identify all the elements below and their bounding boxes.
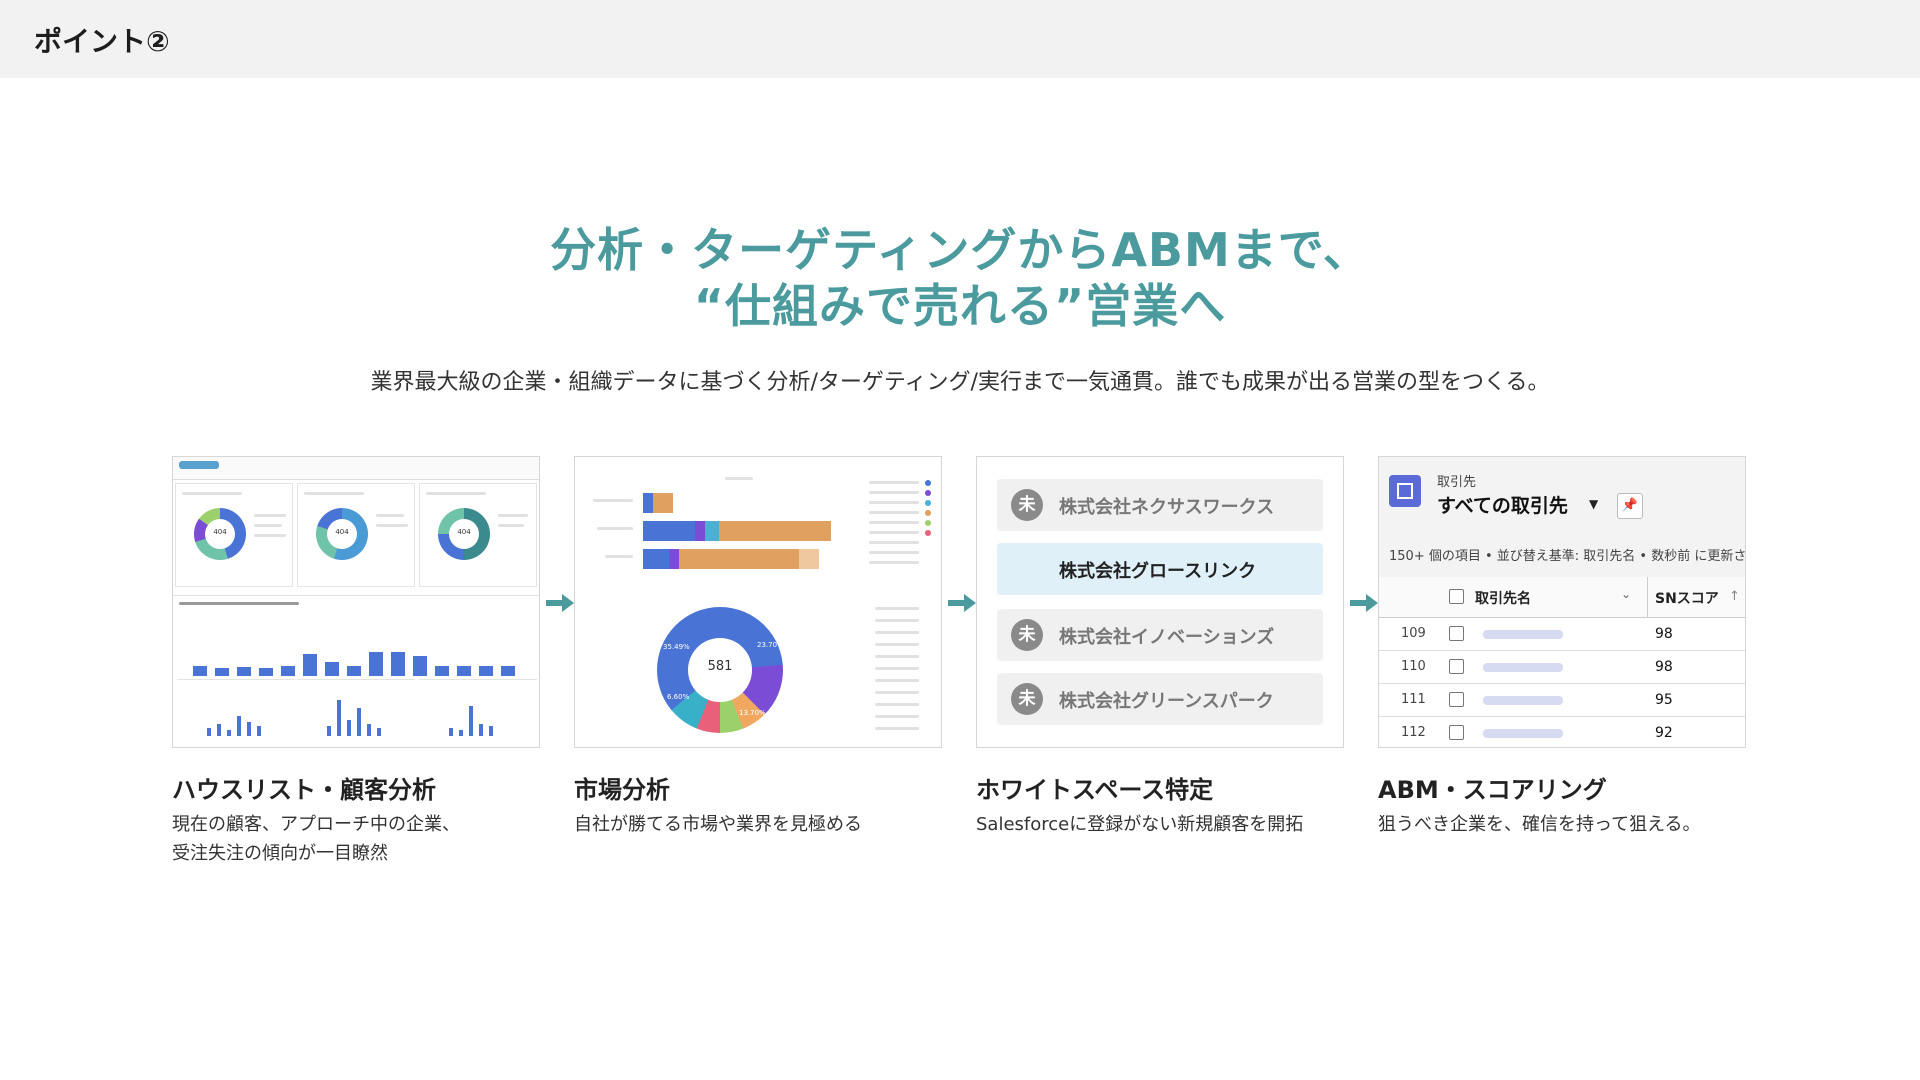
headline-line1: 分析・ターゲティングからABMまで、 bbox=[550, 223, 1370, 277]
company-item[interactable]: 未 株式会社イノベーションズ bbox=[997, 609, 1323, 661]
donut-value: 404 bbox=[213, 528, 227, 536]
mini-bar-chart bbox=[177, 679, 295, 747]
stacked-bar bbox=[643, 493, 673, 513]
mini-bar-chart bbox=[419, 679, 537, 747]
row-number: 111 bbox=[1401, 692, 1426, 707]
company-name: 株式会社ネクサスワークス bbox=[1059, 497, 1275, 518]
object-label: 取引先 bbox=[1437, 475, 1477, 490]
arrow-right-icon bbox=[1350, 594, 1378, 612]
table-row[interactable]: 111 95 bbox=[1379, 684, 1745, 717]
company-name: 株式会社グリーンスパーク bbox=[1059, 691, 1274, 712]
table-row[interactable]: 109 98 bbox=[1379, 618, 1745, 651]
subheadline: 業界最大級の企業・組織データに基づく分析/ターゲティング/実行まで一気通貫。誰で… bbox=[370, 370, 1550, 395]
donut-chart: 404 bbox=[316, 508, 368, 560]
list-header: 取引先 すべての取引先 ▼ 📌 150+ 個の項目 • 並び替え基準: 取引先名… bbox=[1379, 457, 1745, 588]
sn-score: 92 bbox=[1655, 725, 1673, 741]
step-desc: 現在の顧客、アプローチ中の企業、 受注失注の傾向が一目瞭然 bbox=[172, 810, 460, 868]
pct-label: 6.60% bbox=[667, 693, 690, 701]
step-title: 市場分析 bbox=[574, 776, 670, 804]
select-all-checkbox[interactable] bbox=[1449, 589, 1464, 604]
page-title: ポイント② bbox=[34, 25, 170, 58]
company-item-selected[interactable]: 株式会社グロースリンク bbox=[997, 543, 1323, 595]
column-header-row: 取引先名 ⌄ SNスコア ↑ bbox=[1379, 577, 1745, 618]
column-sn-score[interactable]: SNスコア bbox=[1655, 588, 1719, 608]
donut-panel: 404 bbox=[419, 483, 537, 587]
donut-chart: 404 bbox=[438, 508, 490, 560]
company-name: 株式会社イノベーションズ bbox=[1059, 627, 1275, 648]
market-analysis-screenshot: 581 23.70% 13.70% 35.49% 6.60% bbox=[574, 456, 942, 748]
account-list-screenshot: 取引先 すべての取引先 ▼ 📌 150+ 個の項目 • 並び替え基準: 取引先名… bbox=[1378, 456, 1746, 748]
headline-line2: “仕組みで売れる”営業へ bbox=[693, 279, 1227, 333]
pct-label: 23.70% bbox=[757, 641, 784, 649]
house-list-screenshot: 404 404 404 bbox=[172, 456, 540, 748]
unregistered-badge: 未 bbox=[1011, 683, 1043, 715]
step-title: ホワイトスペース特定 bbox=[976, 776, 1214, 804]
company-name: 株式会社グロースリンク bbox=[1059, 561, 1257, 582]
sort-ascending-icon[interactable]: ↑ bbox=[1729, 589, 1740, 604]
top-bar: ポイント② bbox=[0, 0, 1920, 78]
blurred-account-name bbox=[1483, 630, 1563, 639]
chevron-down-icon[interactable]: ⌄ bbox=[1621, 587, 1631, 601]
account-object-icon bbox=[1389, 475, 1421, 507]
donut-value: 404 bbox=[457, 528, 471, 536]
table-row[interactable]: 110 98 bbox=[1379, 651, 1745, 684]
donut-value: 404 bbox=[335, 528, 349, 536]
donut-panel: 404 bbox=[175, 483, 293, 587]
step-desc: 自社が勝てる市場や業界を見極める bbox=[574, 814, 862, 835]
pct-label: 35.49% bbox=[663, 643, 690, 651]
column-account-name[interactable]: 取引先名 bbox=[1475, 588, 1531, 608]
pin-icon[interactable]: 📌 bbox=[1617, 493, 1643, 519]
company-item[interactable]: 未 株式会社グリーンスパーク bbox=[997, 673, 1323, 725]
step-title: ABM・スコアリング bbox=[1378, 776, 1607, 804]
step-desc-line: 現在の顧客、アプローチ中の企業、 bbox=[172, 814, 460, 835]
headline: 分析・ターゲティングからABMまで、 “仕組みで売れる”営業へ bbox=[0, 222, 1920, 334]
sn-score: 98 bbox=[1655, 659, 1673, 675]
mini-bar-chart bbox=[297, 679, 415, 747]
arrow-right-icon bbox=[546, 594, 574, 612]
app-logo bbox=[179, 461, 219, 469]
stacked-bar bbox=[643, 549, 819, 569]
donut-total: 581 bbox=[707, 659, 733, 674]
list-meta: 150+ 個の項目 • 並び替え基準: 取引先名 • 数秒前 に更新され bbox=[1389, 549, 1746, 564]
step-desc-line: 受注失注の傾向が一目瞭然 bbox=[172, 843, 388, 864]
table-row[interactable]: 112 92 bbox=[1379, 717, 1745, 747]
blurred-account-name bbox=[1483, 729, 1563, 738]
row-number: 109 bbox=[1401, 626, 1426, 641]
blurred-account-name bbox=[1483, 663, 1563, 672]
caret-down-icon[interactable]: ▼ bbox=[1589, 497, 1598, 511]
unregistered-badge: 未 bbox=[1011, 619, 1043, 651]
sn-score: 98 bbox=[1655, 626, 1673, 642]
step-title: ハウスリスト・顧客分析 bbox=[172, 776, 436, 804]
step-desc: 狙うべき企業を、確信を持って狙える。 bbox=[1378, 814, 1701, 835]
whitespace-screenshot: 未 株式会社ネクサスワークス 株式会社グロースリンク 未 株式会社イノベーション… bbox=[976, 456, 1344, 748]
row-number: 112 bbox=[1401, 725, 1426, 740]
company-item[interactable]: 未 株式会社ネクサスワークス bbox=[997, 479, 1323, 531]
unregistered-badge: 未 bbox=[1011, 489, 1043, 521]
row-checkbox[interactable] bbox=[1449, 725, 1464, 740]
pct-label: 13.70% bbox=[739, 709, 766, 717]
donut-chart: 404 bbox=[194, 508, 246, 560]
sn-score: 95 bbox=[1655, 692, 1673, 708]
row-number: 110 bbox=[1401, 659, 1426, 674]
row-checkbox[interactable] bbox=[1449, 659, 1464, 674]
step-desc: Salesforceに登録がない新規顧客を開拓 bbox=[976, 814, 1304, 835]
app-header bbox=[173, 457, 539, 480]
blurred-account-name bbox=[1483, 696, 1563, 705]
donut-panel: 404 bbox=[297, 483, 415, 587]
list-view-name[interactable]: すべての取引先 bbox=[1437, 491, 1568, 518]
stacked-bar bbox=[643, 521, 831, 541]
row-checkbox[interactable] bbox=[1449, 626, 1464, 641]
arrow-right-icon bbox=[948, 594, 976, 612]
row-checkbox[interactable] bbox=[1449, 692, 1464, 707]
